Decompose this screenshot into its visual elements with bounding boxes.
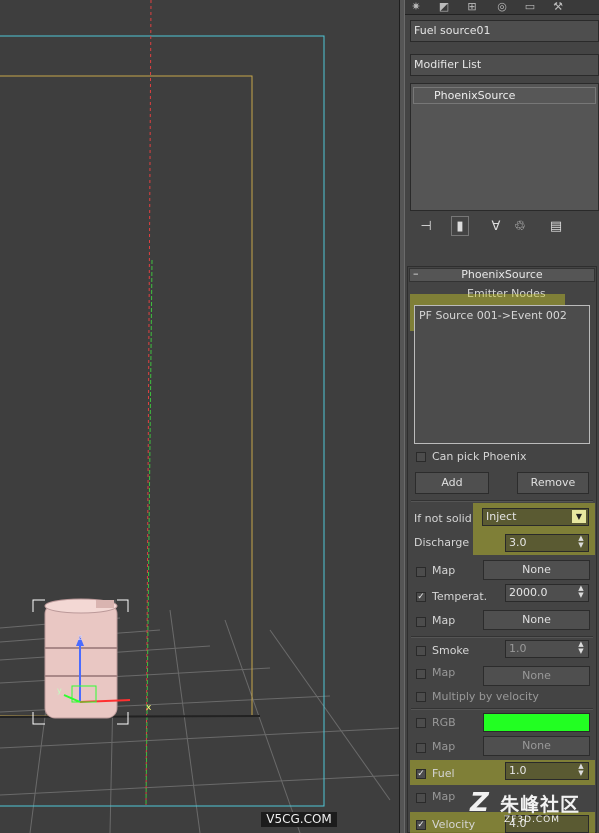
brand-url: ZF3D.COM [504,815,560,825]
rollout-header[interactable]: – PhoenixSource [409,268,595,282]
collapse-icon: – [413,267,419,280]
rgb-map-checkbox[interactable] [416,743,426,753]
show-end-result-icon[interactable]: ▮ [451,216,469,236]
divider [411,500,593,502]
spinner-arrows-icon[interactable]: ▲ ▼ [576,641,586,657]
modifier-stack-item[interactable]: PhoenixSource [413,87,596,104]
modify-tab-icon[interactable]: ◩ [433,0,455,13]
fuel-map-checkbox[interactable] [416,793,426,803]
smoke-spinner[interactable]: 1.0 ▲ ▼ [505,640,589,658]
pin-stack-icon[interactable]: ⊣ [417,216,435,236]
rgb-label: RGB [432,716,456,729]
display-tab-icon[interactable]: ▭ [519,0,541,13]
motion-tab-icon[interactable]: ◎ [491,0,513,13]
hierarchy-tab-icon[interactable]: ⊞ [461,0,483,13]
watermark: V5CG.COM [261,812,337,827]
brand-name: 朱峰社区 [500,794,581,816]
temperature-label: Temperat. [432,590,488,603]
if-not-solid-label: If not solid [414,512,472,525]
temperature-map-button[interactable]: None [483,610,590,630]
spinner-arrows-icon[interactable]: ▲ ▼ [576,535,586,551]
smoke-value: 1.0 [509,642,527,655]
brand-z-icon: Z [470,788,489,818]
discharge-map-button[interactable]: None [483,560,590,580]
temperature-map-checkbox[interactable] [416,617,426,627]
fuel-checkbox[interactable]: ✓ [416,769,426,779]
discharge-value: 3.0 [509,536,527,549]
fuel-value: 1.0 [509,764,527,777]
if-not-solid-value: Inject [486,510,517,523]
smoke-checkbox[interactable] [416,646,426,656]
velocity-label: Velocity [432,818,476,831]
multiply-by-velocity-checkbox[interactable] [416,692,426,702]
discharge-map-label: Map [432,564,456,577]
svg-text:x: x [146,703,152,713]
command-panel: ✷ ◩ ⊞ ◎ ▭ ⚒ Fuel source01 Modifier List … [405,0,599,833]
discharge-map-checkbox[interactable] [416,567,426,577]
remove-button[interactable]: Remove [517,472,589,494]
remove-modifier-icon[interactable]: ♲ [511,216,529,236]
divider [411,636,593,638]
fuel-map-label: Map [432,790,456,803]
svg-text:y: y [57,686,62,695]
dropdown-arrow-icon[interactable]: ▼ [572,510,586,523]
temperature-spinner[interactable]: 2000.0 ▲ ▼ [505,584,589,602]
if-not-solid-dropdown[interactable]: Inject ▼ [482,508,589,526]
perspective-viewport[interactable]: z y x V5CG.COM [0,0,400,833]
fuel-spinner[interactable]: 1.0 ▲ ▼ [505,762,589,780]
discharge-label: Discharge [414,536,470,549]
rgb-checkbox[interactable] [416,718,426,728]
create-tab-icon[interactable]: ✷ [405,0,427,13]
rgb-map-label: Map [432,740,456,753]
make-unique-icon[interactable]: ∀ [487,216,505,236]
configure-sets-icon[interactable]: ▤ [547,216,565,236]
divider [411,708,593,710]
red-axis-line [145,0,152,806]
brand-logo: Z 朱峰社区 ZF3D.COM [470,788,595,828]
object-name-field[interactable]: Fuel source01 [410,20,599,42]
temperature-map-label: Map [432,614,456,627]
smoke-map-checkbox[interactable] [416,669,426,679]
smoke-map-label: Map [432,666,456,679]
green-axis-line [145,259,153,806]
temperature-checkbox[interactable]: ✓ [416,592,426,602]
smoke-label: Smoke [432,644,470,657]
velocity-checkbox[interactable]: ✓ [416,820,426,830]
emitter-nodes-list[interactable]: PF Source 001->Event 002 [414,305,590,444]
svg-text:z: z [78,633,82,642]
rgb-color-swatch[interactable] [483,713,590,732]
can-pick-phoenix-checkbox[interactable] [416,452,426,462]
spinner-arrows-icon[interactable]: ▲ ▼ [576,585,586,601]
utilities-tab-icon[interactable]: ⚒ [547,0,569,13]
can-pick-phoenix-label: Can pick Phoenix [432,450,527,463]
horizon-line [0,715,261,718]
emitter-node-item[interactable]: PF Source 001->Event 002 [415,306,589,322]
spinner-arrows-icon[interactable]: ▲ ▼ [576,763,586,779]
smoke-map-button[interactable]: None [483,666,590,686]
safe-frame-inner [0,75,253,717]
modifier-list-dropdown[interactable]: Modifier List [410,54,599,76]
rgb-map-button[interactable]: None [483,736,590,756]
modifier-stack: PhoenixSource [410,83,599,211]
viewport-scene: z y x [0,0,400,833]
discharge-spinner[interactable]: 3.0 ▲ ▼ [505,534,589,552]
multiply-by-velocity-label: Multiply by velocity [432,690,539,703]
fuel-label: Fuel [432,767,455,780]
command-panel-tabs: ✷ ◩ ⊞ ◎ ▭ ⚒ [405,0,599,15]
rollout-title: PhoenixSource [461,268,543,281]
temperature-value: 2000.0 [509,586,548,599]
add-button[interactable]: Add [415,472,489,494]
